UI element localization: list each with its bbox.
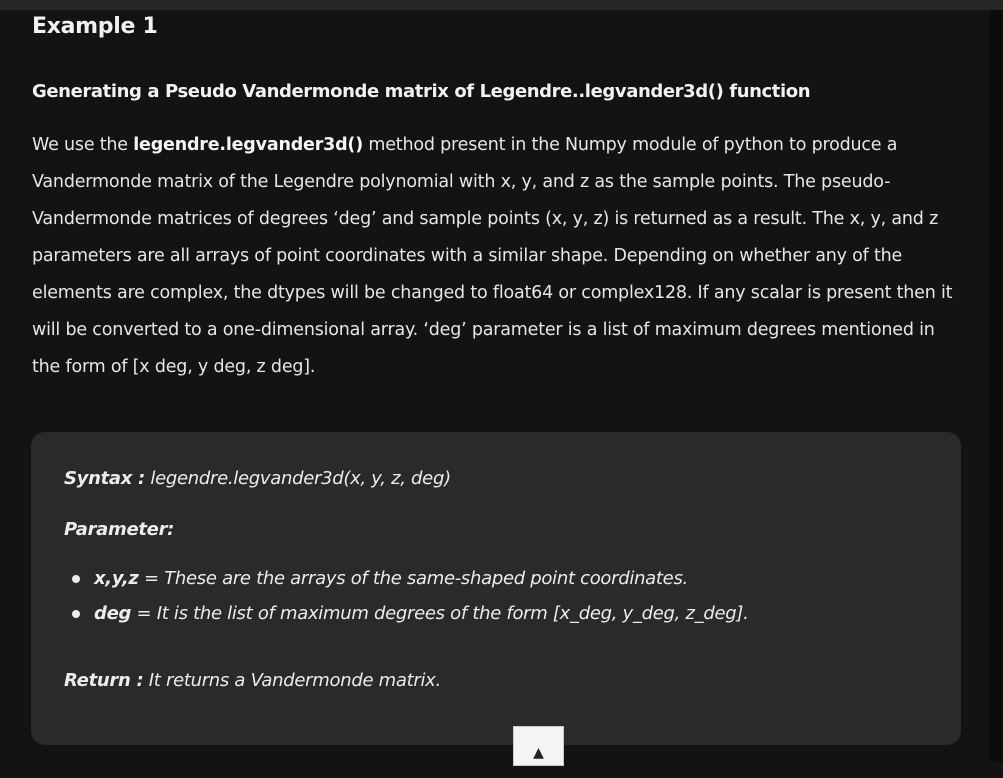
example-title: Example 1 xyxy=(32,14,158,39)
page-scroll-edge xyxy=(990,10,1003,762)
parameter-description: = These are the arrays of the same-shape… xyxy=(138,568,688,589)
article-content: Example 1 Generating a Pseudo Vandermond… xyxy=(0,10,990,762)
return-line: Return : It returns a Vandermonde matrix… xyxy=(64,670,441,691)
description-body: method present in the Numpy module of py… xyxy=(32,135,953,377)
scroll-to-top-button[interactable]: ▲ xyxy=(513,726,564,766)
return-label: Return : xyxy=(64,670,144,691)
parameter-item: x,y,z = These are the arrays of the same… xyxy=(64,566,749,601)
parameter-heading: Parameter: xyxy=(64,519,174,540)
browser-top-strip xyxy=(0,0,1003,10)
bullet-icon xyxy=(72,575,80,583)
up-arrow-icon: ▲ xyxy=(533,745,544,761)
parameter-item: deg = It is the list of maximum degrees … xyxy=(64,601,749,636)
syntax-label: Syntax : xyxy=(64,468,145,489)
method-name: legendre.legvander3d() xyxy=(133,135,364,155)
parameter-description: = It is the list of maximum degrees of t… xyxy=(131,603,749,624)
section-heading: Generating a Pseudo Vandermonde matrix o… xyxy=(32,81,811,102)
description-intro: We use the xyxy=(32,135,134,155)
return-value: It returns a Vandermonde matrix. xyxy=(143,670,441,691)
parameter-list: x,y,z = These are the arrays of the same… xyxy=(64,566,749,636)
parameter-label: Parameter: xyxy=(64,519,175,540)
parameter-name: deg xyxy=(94,603,132,624)
parameter-name: x,y,z xyxy=(94,568,139,589)
bullet-icon xyxy=(72,610,80,618)
syntax-card: Syntax : legendre.legvander3d(x, y, z, d… xyxy=(31,432,961,745)
syntax-line: Syntax : legendre.legvander3d(x, y, z, d… xyxy=(64,468,451,489)
syntax-value: legendre.legvander3d(x, y, z, deg) xyxy=(144,468,451,489)
description-paragraph: We use the legendre.legvander3d() method… xyxy=(32,127,962,386)
